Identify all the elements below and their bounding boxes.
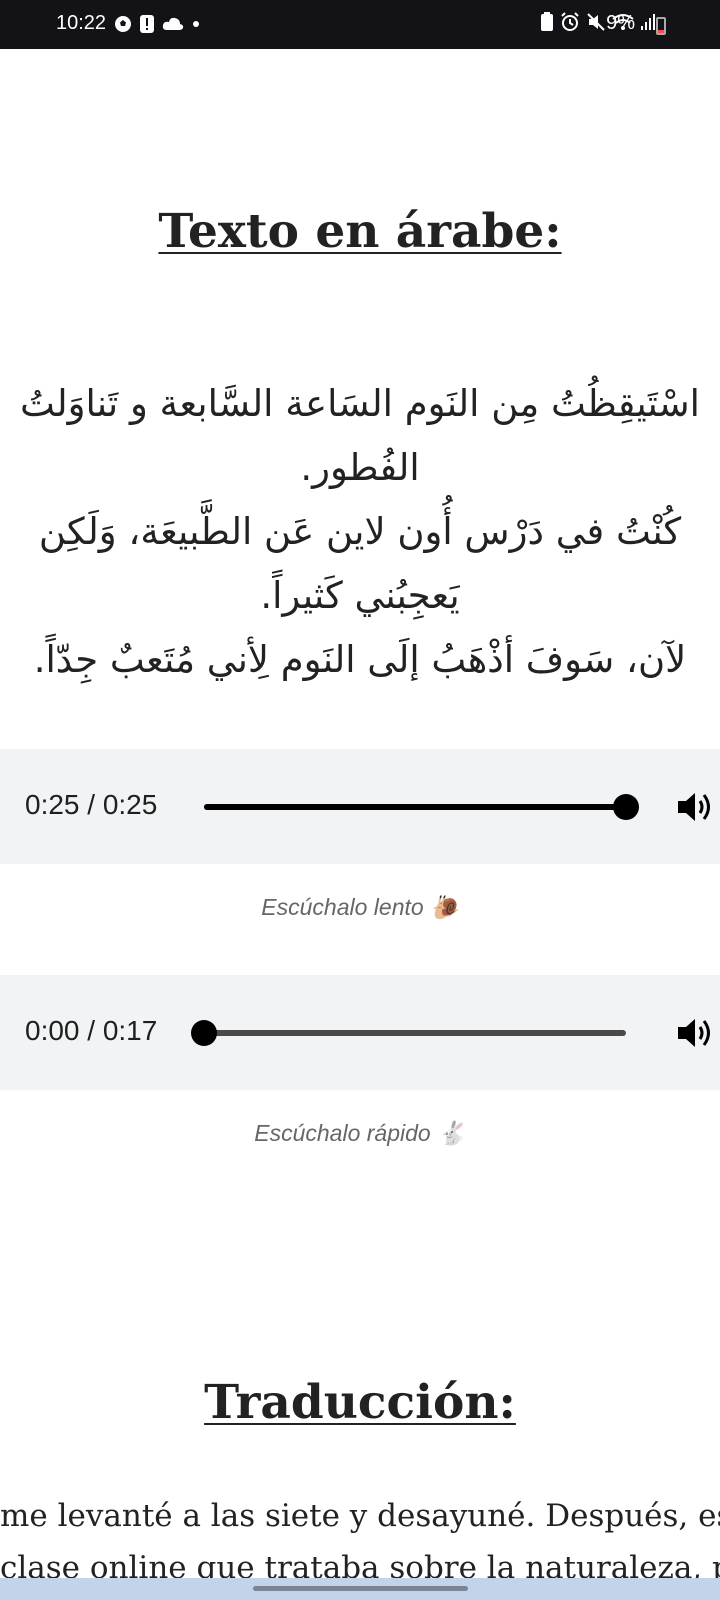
navigation-bar bbox=[0, 1578, 720, 1600]
battery-saver-icon bbox=[541, 12, 553, 31]
battery-icon bbox=[656, 17, 666, 35]
audio-time: 0:25 / 0:25 bbox=[25, 789, 158, 820]
audio-time: 0:00 / 0:17 bbox=[25, 1015, 158, 1046]
arabic-line: كُنْتُ في دَرْس أُون لاين عَن الطَّبيعَة… bbox=[38, 510, 682, 553]
translation-section-heading: Traducción: bbox=[204, 1375, 516, 1430]
arabic-line: لآن، سَوفَ أذْهَبُ إلَى النَوم لِأني مُت… bbox=[33, 638, 687, 681]
status-time: 10:22 bbox=[56, 12, 107, 34]
soccer-ball-icon bbox=[115, 16, 131, 32]
volume-icon[interactable] bbox=[676, 789, 714, 825]
audio-player-fast[interactable]: 0:00 / 0:17 bbox=[0, 975, 720, 1090]
status-notification-icons bbox=[113, 14, 201, 34]
arabic-line: الفُطور. bbox=[300, 446, 420, 489]
audio-seek-bar[interactable] bbox=[191, 1020, 626, 1046]
seek-bar-thumb[interactable] bbox=[191, 1020, 217, 1046]
seek-bar-progress bbox=[204, 804, 626, 810]
slow-audio-caption: Escúchalo lento 🐌 bbox=[261, 894, 459, 920]
arabic-line: اسْتَيقِظُتُ مِن النَوم السَاعة السَّابع… bbox=[20, 382, 700, 425]
seek-bar-thumb[interactable] bbox=[613, 794, 639, 820]
audio-player-slow[interactable]: 0:25 / 0:25 bbox=[0, 749, 720, 864]
dot-icon bbox=[193, 21, 199, 27]
translation-line: me levanté a las siete y desayuné. Despu… bbox=[0, 1498, 720, 1534]
audio-seek-bar[interactable] bbox=[204, 794, 639, 820]
home-gesture-handle[interactable] bbox=[253, 1586, 468, 1591]
fast-audio-caption: Escúchalo rápido 🐇 bbox=[254, 1120, 466, 1146]
arabic-text: اسْتَيقِظُتُ مِن النَوم السَاعة السَّابع… bbox=[0, 372, 720, 692]
battery-percentage: 9% bbox=[606, 12, 635, 34]
status-bar: 10:22 9% bbox=[0, 0, 720, 49]
arabic-line: يَعجِبُني كَثيراً. bbox=[260, 574, 460, 617]
alarm-icon bbox=[561, 12, 579, 31]
signal-icon bbox=[641, 14, 655, 30]
status-system-icons bbox=[540, 12, 656, 32]
volume-icon[interactable] bbox=[676, 1015, 714, 1051]
arabic-section-heading: Texto en árabe: bbox=[158, 204, 562, 259]
mute-icon bbox=[587, 13, 605, 31]
alert-icon bbox=[140, 15, 154, 33]
cloud-icon bbox=[162, 17, 184, 30]
